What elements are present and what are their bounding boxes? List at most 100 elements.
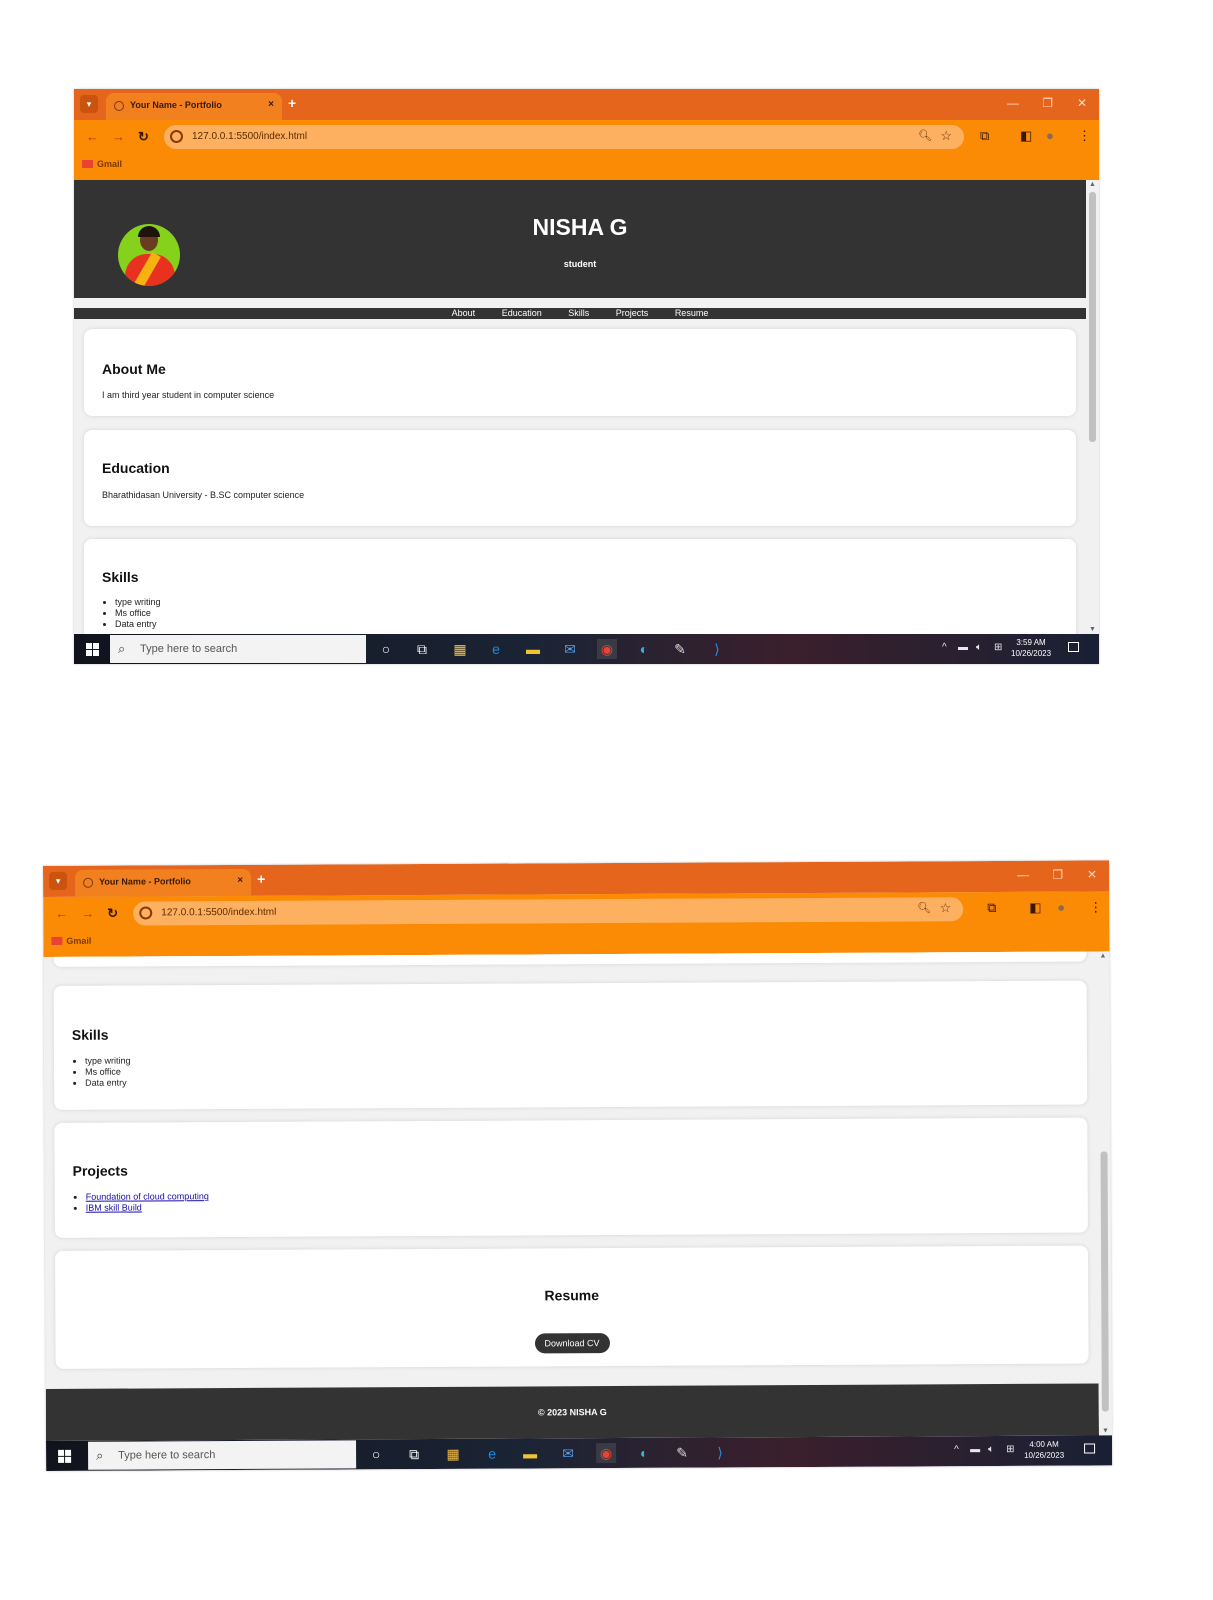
project-link[interactable]: IBM skill Build: [86, 1202, 142, 1212]
browser-tab[interactable]: Your Name - Portfolio ×: [106, 93, 282, 120]
scroll-down-icon[interactable]: ▼: [1102, 1427, 1109, 1434]
projects-list: Foundation of cloud computing IBM skill …: [73, 1191, 209, 1214]
notification-icon[interactable]: [1084, 1443, 1096, 1454]
vscode-icon[interactable]: ⟩: [707, 639, 727, 659]
reload-icon[interactable]: ↻: [138, 129, 149, 145]
task-view-icon[interactable]: ⧉: [404, 1444, 424, 1464]
new-tab-button[interactable]: +: [257, 871, 265, 887]
new-tab-button[interactable]: +: [288, 95, 296, 111]
edge-legacy-icon[interactable]: e: [482, 1444, 502, 1464]
tray-chevron-icon[interactable]: ^: [954, 1444, 959, 1455]
bookmark-star-icon[interactable]: ☆: [940, 900, 952, 916]
taskbar-search-placeholder: Type here to search: [140, 643, 238, 655]
scroll-up-icon[interactable]: ▲: [1089, 181, 1096, 188]
back-icon[interactable]: ←: [86, 129, 99, 144]
edge-icon[interactable]: ◐: [634, 639, 654, 659]
notepad-icon[interactable]: ✎: [672, 1443, 692, 1463]
chrome-icon[interactable]: ◉: [596, 1443, 617, 1464]
zoom-icon[interactable]: 🔍︎: [918, 129, 932, 142]
network-icon[interactable]: ▬: [970, 1444, 980, 1455]
forward-icon[interactable]: →: [81, 906, 94, 921]
profile-icon[interactable]: ●: [1046, 128, 1054, 143]
nav-education[interactable]: Education: [502, 308, 542, 318]
notepad-icon[interactable]: ✎: [670, 639, 690, 659]
reload-icon[interactable]: ↻: [107, 906, 118, 922]
edge-icon[interactable]: ◐: [634, 1443, 654, 1463]
search-icon: ⌕: [118, 641, 126, 656]
notification-icon[interactable]: [1068, 642, 1079, 652]
mail-icon[interactable]: ✉: [558, 1443, 578, 1463]
file-explorer-icon[interactable]: ▬: [520, 1443, 540, 1463]
side-panel-icon[interactable]: ◧: [1020, 128, 1032, 144]
mail-icon[interactable]: ✉: [560, 639, 580, 659]
site-nav: About Education Skills Projects Resume: [74, 308, 1086, 319]
extensions-icon[interactable]: ⧉: [987, 900, 996, 916]
minimize-icon[interactable]: —: [1017, 868, 1029, 882]
scrollbar-thumb[interactable]: [1100, 1151, 1109, 1412]
browser-tab[interactable]: Your Name - Portfolio ×: [75, 868, 252, 897]
tab-close-button[interactable]: ×: [237, 875, 243, 886]
forward-icon[interactable]: →: [112, 129, 125, 144]
windows-start-icon[interactable]: [74, 634, 110, 664]
restore-icon[interactable]: ❐: [1052, 868, 1063, 882]
back-icon[interactable]: ←: [55, 906, 68, 921]
address-bar[interactable]: 127.0.0.1:5500/index.html 🔍︎ ☆: [164, 125, 964, 149]
scroll-down-icon[interactable]: ▼: [1089, 626, 1096, 633]
task-view-icon[interactable]: ⧉: [412, 639, 432, 659]
url-text: 127.0.0.1:5500/index.html: [161, 906, 277, 919]
nav-about[interactable]: About: [452, 308, 476, 318]
vertical-scrollbar[interactable]: ▲ ▼: [1086, 180, 1099, 634]
restore-icon[interactable]: ❐: [1042, 96, 1053, 110]
site-info-icon[interactable]: [170, 130, 183, 143]
calendar-icon[interactable]: ▦: [443, 1444, 463, 1464]
edge-legacy-icon[interactable]: e: [486, 639, 506, 659]
profile-icon[interactable]: ●: [1057, 900, 1065, 915]
zoom-icon[interactable]: 🔍︎: [917, 901, 931, 914]
menu-icon[interactable]: ⋮: [1078, 128, 1091, 144]
extensions-icon[interactable]: ⧉: [980, 128, 989, 144]
volume-icon[interactable]: 🔈︎: [976, 642, 982, 653]
windows-start-icon[interactable]: [46, 1441, 82, 1471]
project-link[interactable]: Foundation of cloud computing: [86, 1191, 209, 1202]
list-item: Ms office: [85, 1067, 131, 1078]
tray-chevron-icon[interactable]: ^: [942, 642, 947, 653]
tab-search-icon[interactable]: ▾: [80, 95, 98, 113]
chrome-icon[interactable]: ◉: [597, 639, 617, 659]
volume-icon[interactable]: 🔈︎: [988, 1444, 994, 1455]
menu-icon[interactable]: ⋮: [1089, 899, 1102, 915]
taskbar-clock[interactable]: 3:59 AM 10/26/2023: [1011, 637, 1051, 659]
cortana-icon[interactable]: ○: [366, 1444, 386, 1464]
scroll-up-icon[interactable]: ▲: [1099, 952, 1106, 959]
vertical-scrollbar[interactable]: ▲ ▼: [1096, 951, 1112, 1436]
input-icon[interactable]: ⊞: [994, 642, 1002, 653]
minimize-icon[interactable]: —: [1007, 96, 1019, 110]
site-info-icon[interactable]: [139, 906, 153, 920]
bookmark-star-icon[interactable]: ☆: [940, 128, 952, 144]
calendar-icon[interactable]: ▦: [450, 639, 470, 659]
bookmark-gmail[interactable]: Gmail: [51, 936, 91, 946]
gmail-icon: [82, 160, 93, 168]
taskbar-clock[interactable]: 4:00 AM 10/26/2023: [1024, 1439, 1064, 1461]
skills-heading: Skills: [102, 569, 139, 585]
file-explorer-icon[interactable]: ▬: [523, 639, 543, 659]
close-window-icon[interactable]: ✕: [1077, 96, 1087, 110]
bookmark-gmail[interactable]: Gmail: [82, 159, 122, 169]
side-panel-icon[interactable]: ◧: [1029, 900, 1041, 916]
clock-time: 3:59 AM: [1016, 638, 1046, 647]
taskbar-search-input[interactable]: ⌕ Type here to search: [110, 635, 366, 663]
download-cv-button[interactable]: Download CV: [534, 1333, 610, 1354]
address-bar[interactable]: 127.0.0.1:5500/index.html 🔍︎ ☆: [133, 897, 964, 926]
tab-close-button[interactable]: ×: [268, 99, 274, 110]
nav-resume[interactable]: Resume: [675, 308, 709, 318]
vscode-icon[interactable]: ⟩: [710, 1442, 730, 1462]
tab-search-icon[interactable]: ▾: [49, 871, 68, 890]
cortana-icon[interactable]: ○: [376, 639, 396, 659]
close-window-icon[interactable]: ✕: [1087, 867, 1097, 881]
taskbar-search-input[interactable]: ⌕ Type here to search: [88, 1440, 357, 1470]
about-heading: About Me: [102, 361, 166, 377]
nav-projects[interactable]: Projects: [616, 308, 649, 318]
nav-skills[interactable]: Skills: [568, 308, 589, 318]
input-icon[interactable]: ⊞: [1006, 1444, 1014, 1455]
network-icon[interactable]: ▬: [958, 642, 968, 653]
scrollbar-thumb[interactable]: [1089, 192, 1096, 442]
